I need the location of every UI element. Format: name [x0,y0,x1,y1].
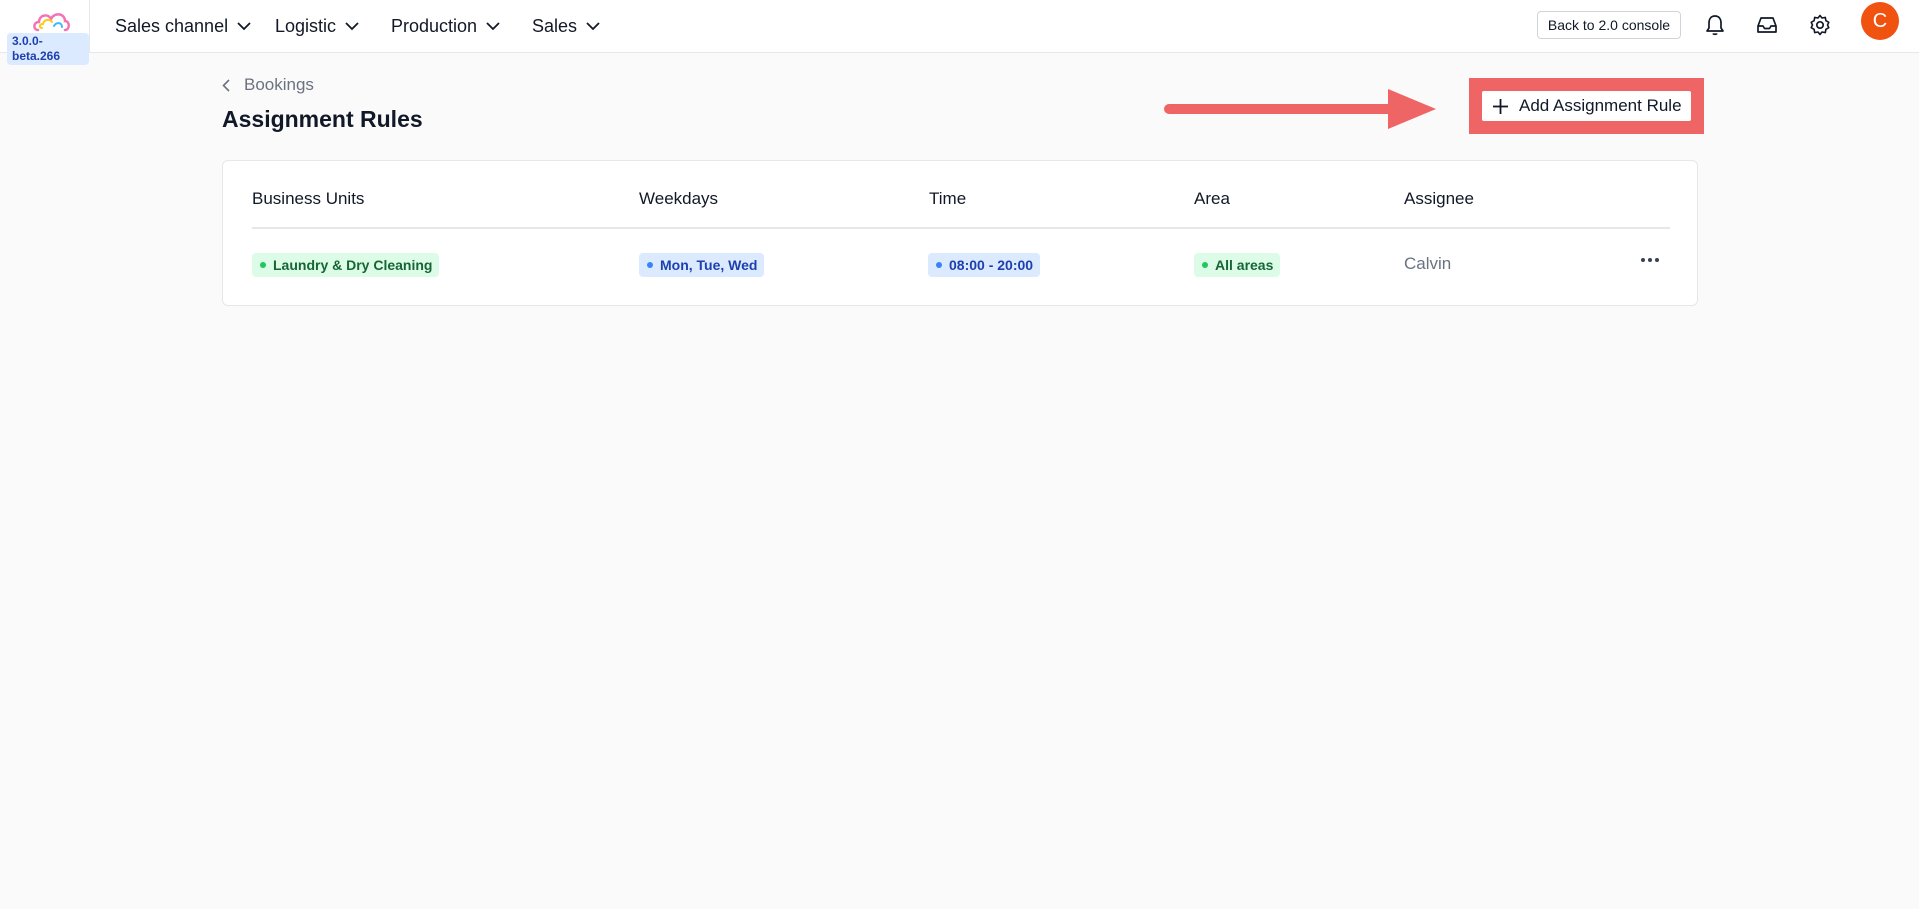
status-dot [260,262,266,268]
top-navigation: 3.0.0-beta.266 Sales channel Logistic Pr… [0,0,1919,65]
column-header-assignee: Assignee [1404,189,1474,208]
back-to-console-button[interactable]: Back to 2.0 console [1537,11,1681,39]
tag-label: Laundry & Dry Cleaning [273,257,433,273]
bell-icon[interactable] [1703,13,1727,37]
nav-label: Sales channel [115,15,229,36]
area-tag: All areas [1194,253,1281,277]
status-dot [936,262,942,268]
chevron-down-icon [345,21,359,30]
chevron-left-icon [222,78,230,92]
column-header-time: Time [929,189,967,208]
tag-label: Mon, Tue, Wed [660,257,758,273]
time-tag: 08:00 - 20:00 [928,253,1041,277]
tag-label: All areas [1215,257,1274,273]
add-assignment-rule-button[interactable]: Add Assignment Rule [1482,91,1691,121]
add-button-label: Add Assignment Rule [1519,96,1682,115]
nav-sales-channel[interactable]: Sales channel [115,14,251,38]
nav-sales[interactable]: Sales [532,14,600,38]
nav-label: Logistic [275,15,337,36]
nav-production[interactable]: Production [391,14,500,38]
inbox-icon[interactable] [1755,13,1779,37]
version-badge: 3.0.0-beta.266 [7,33,89,65]
status-dot [647,262,653,268]
nav-logistic[interactable]: Logistic [275,14,359,38]
arrow-right-icon [1164,89,1436,129]
app-logo[interactable]: 3.0.0-beta.266 [0,0,90,65]
weekdays-tag: Mon, Tue, Wed [639,253,765,277]
page-title: Assignment Rules [222,106,423,132]
tag-label: 08:00 - 20:00 [949,257,1034,273]
chevron-down-icon [586,21,600,30]
chevron-down-icon [237,21,251,30]
column-header-business-units: Business Units [252,189,365,208]
assignment-rules-table: Business Units Weekdays Time Area Assign… [222,160,1698,306]
nav-label: Production [391,15,478,36]
more-options-icon[interactable] [1640,257,1660,263]
chevron-down-icon [486,21,500,30]
user-avatar[interactable]: C [1861,2,1899,40]
column-header-weekdays: Weekdays [639,189,719,208]
business-unit-tag: Laundry & Dry Cleaning [252,253,440,277]
breadcrumb-back[interactable]: Bookings [222,74,314,96]
cloud-logo-icon [33,13,70,32]
assignee-name: Calvin [1404,254,1452,273]
plus-icon [1493,98,1508,114]
status-dot [1202,262,1208,268]
gear-icon[interactable] [1808,13,1832,37]
header-divider [252,227,1670,229]
nav-label: Sales [532,15,578,36]
column-header-area: Area [1194,189,1230,208]
breadcrumb-label: Bookings [244,75,314,94]
